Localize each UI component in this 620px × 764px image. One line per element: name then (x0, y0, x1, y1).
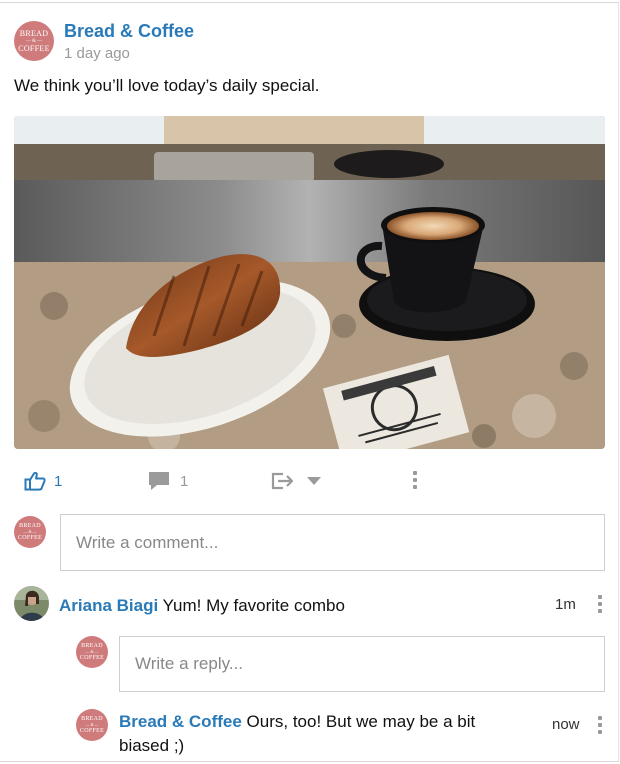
share-button[interactable] (270, 471, 322, 491)
comment-count: 1 (180, 472, 189, 490)
reply-input-placeholder: Write a reply... (135, 654, 244, 673)
more-vertical-icon[interactable] (413, 471, 417, 489)
more-vertical-icon[interactable] (598, 595, 602, 613)
post-author-link[interactable]: Bread & Coffee (64, 21, 194, 42)
more-vertical-icon[interactable] (598, 716, 602, 734)
comment-body: Yum! My favorite combo (162, 596, 345, 615)
comment-input[interactable]: Write a comment... (60, 514, 605, 571)
reply-author-avatar[interactable]: BREAD — & — COFFEE (76, 709, 108, 741)
share-icon (271, 472, 294, 490)
current-user-avatar: BREAD — & — COFFEE (14, 516, 46, 548)
chevron-down-icon (307, 477, 321, 485)
post-photo[interactable] (14, 116, 605, 449)
reply-user-avatar: BREAD — & — COFFEE (76, 636, 108, 668)
comment-icon (149, 472, 169, 490)
post-timestamp[interactable]: 1 day ago (64, 45, 130, 62)
post-card: BREAD — & — COFFEE Bread & Coffee 1 day … (0, 2, 619, 762)
reply-author-link[interactable]: Bread & Coffee (119, 712, 242, 731)
commenter-avatar[interactable] (14, 586, 49, 621)
comment-author-link[interactable]: Ariana Biagi (59, 596, 158, 615)
thumbs-up-icon (24, 471, 46, 491)
reply-text: Bread & Coffee Ours, too! But we may be … (119, 710, 529, 758)
comment-time[interactable]: 1m (555, 596, 576, 613)
like-count: 1 (54, 472, 63, 490)
comment-button[interactable]: 1 (148, 471, 188, 491)
reply-input[interactable]: Write a reply... (119, 636, 605, 692)
like-button[interactable]: 1 (24, 471, 62, 491)
brand-avatar[interactable]: BREAD — & — COFFEE (14, 21, 54, 61)
comment-text: Ariana Biagi Yum! My favorite combo (59, 596, 345, 616)
comment-input-placeholder: Write a comment... (76, 532, 219, 552)
post-text: We think you’ll love today’s daily speci… (14, 76, 320, 95)
reply-time[interactable]: now (552, 716, 580, 733)
